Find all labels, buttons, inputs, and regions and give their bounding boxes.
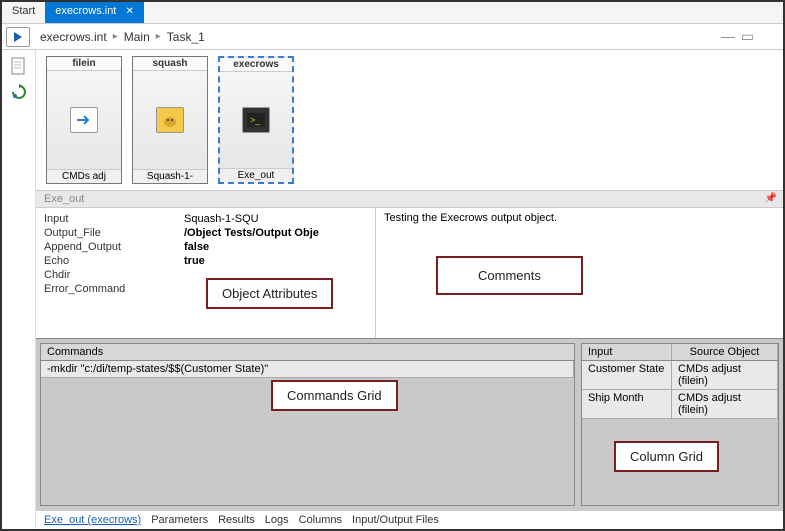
tab-exeout[interactable]: Exe_out (execrows) bbox=[44, 514, 141, 526]
attr-label: Append_Output bbox=[44, 241, 184, 253]
run-button[interactable] bbox=[6, 27, 30, 47]
terminal-icon: >_ bbox=[242, 107, 270, 133]
attr-label: Echo bbox=[44, 255, 184, 267]
grid-cell[interactable]: -mkdir "c:/di/temp-states/$$(Customer St… bbox=[41, 361, 574, 377]
node-foot: CMDs adj bbox=[47, 169, 121, 183]
breadcrumb-item[interactable]: Main bbox=[124, 30, 150, 44]
attr-label: Chdir bbox=[44, 269, 184, 281]
tab-execrows[interactable]: execrows.int ✕ bbox=[45, 2, 144, 23]
close-icon[interactable]: ✕ bbox=[125, 6, 133, 17]
tab-io-files[interactable]: Input/Output Files bbox=[352, 514, 439, 526]
tab-results[interactable]: Results bbox=[218, 514, 255, 526]
bottom-tabs: Exe_out (execrows) Parameters Results Lo… bbox=[36, 510, 783, 529]
attr-value[interactable]: /Object Tests/Output Obje bbox=[184, 227, 319, 239]
arrow-right-icon bbox=[70, 107, 98, 133]
node-execrows[interactable]: execrows >_ Exe_out bbox=[218, 56, 294, 184]
attr-value[interactable]: Squash-1-SQU bbox=[184, 213, 259, 225]
node-squash[interactable]: squash Squash-1- bbox=[132, 56, 208, 184]
grid-cell[interactable]: CMDs adjust (filein) bbox=[672, 390, 778, 418]
svg-text:>_: >_ bbox=[250, 115, 261, 125]
callout-column-grid: Column Grid bbox=[614, 441, 719, 472]
flow-canvas[interactable]: filein CMDs adj squash Squash-1- execrow… bbox=[36, 50, 783, 190]
grid-cell[interactable]: Customer State bbox=[582, 361, 672, 389]
node-filein[interactable]: filein CMDs adj bbox=[46, 56, 122, 184]
tab-logs[interactable]: Logs bbox=[265, 514, 289, 526]
comments-pane[interactable]: Testing the Execrows output object. Comm… bbox=[376, 208, 783, 338]
tab-start[interactable]: Start bbox=[2, 2, 45, 23]
refresh-icon[interactable] bbox=[9, 82, 29, 102]
tab-parameters[interactable]: Parameters bbox=[151, 514, 208, 526]
attr-label: Input bbox=[44, 213, 184, 225]
tab-columns[interactable]: Columns bbox=[299, 514, 342, 526]
pin-icon[interactable]: 📌 bbox=[765, 193, 777, 204]
chevron-right-icon: ▸ bbox=[156, 31, 161, 42]
attr-value[interactable]: true bbox=[184, 255, 205, 267]
panel-title-text: Exe_out bbox=[44, 193, 84, 205]
document-icon[interactable] bbox=[9, 56, 29, 76]
attr-value[interactable]: false bbox=[184, 241, 209, 253]
breadcrumb: execrows.int ▸ Main ▸ Task_1 bbox=[34, 30, 205, 44]
grid-header: Commands bbox=[41, 344, 574, 361]
commands-grid[interactable]: Commands -mkdir "c:/di/temp-states/$$(Cu… bbox=[40, 343, 575, 506]
col-header: Source Object bbox=[672, 344, 778, 360]
node-title: execrows bbox=[220, 58, 292, 72]
left-tool-rail bbox=[2, 50, 36, 529]
grid-cell[interactable]: Ship Month bbox=[582, 390, 672, 418]
node-foot: Exe_out bbox=[220, 168, 292, 182]
grid-cell[interactable]: CMDs adjust (filein) bbox=[672, 361, 778, 389]
squash-icon bbox=[156, 107, 184, 133]
column-grid[interactable]: Input Source Object Customer State CMDs … bbox=[581, 343, 779, 506]
col-header: Input bbox=[582, 344, 672, 360]
callout-commands-grid: Commands Grid bbox=[271, 380, 398, 411]
panel-header: Exe_out 📌 bbox=[36, 190, 783, 208]
node-title: squash bbox=[133, 57, 207, 71]
attributes-pane: InputSquash-1-SQU Output_File/Object Tes… bbox=[36, 208, 376, 338]
attr-label: Error_Command bbox=[44, 283, 184, 295]
comments-text: Testing the Execrows output object. bbox=[384, 212, 775, 224]
breadcrumb-item[interactable]: Task_1 bbox=[167, 30, 205, 44]
document-tabs: Start execrows.int ✕ bbox=[2, 2, 783, 24]
node-title: filein bbox=[47, 57, 121, 71]
tab-label: execrows.int bbox=[55, 5, 116, 17]
attr-label: Output_File bbox=[44, 227, 184, 239]
breadcrumb-item[interactable]: execrows.int bbox=[40, 30, 107, 44]
chevron-right-icon: ▸ bbox=[113, 31, 118, 42]
node-foot: Squash-1- bbox=[133, 169, 207, 183]
callout-comments: Comments bbox=[436, 256, 583, 295]
window-controls[interactable]: — ▭ bbox=[721, 28, 755, 45]
callout-attributes: Object Attributes bbox=[206, 278, 333, 309]
play-icon bbox=[14, 32, 22, 42]
toolbar: execrows.int ▸ Main ▸ Task_1 — ▭ bbox=[2, 24, 783, 50]
